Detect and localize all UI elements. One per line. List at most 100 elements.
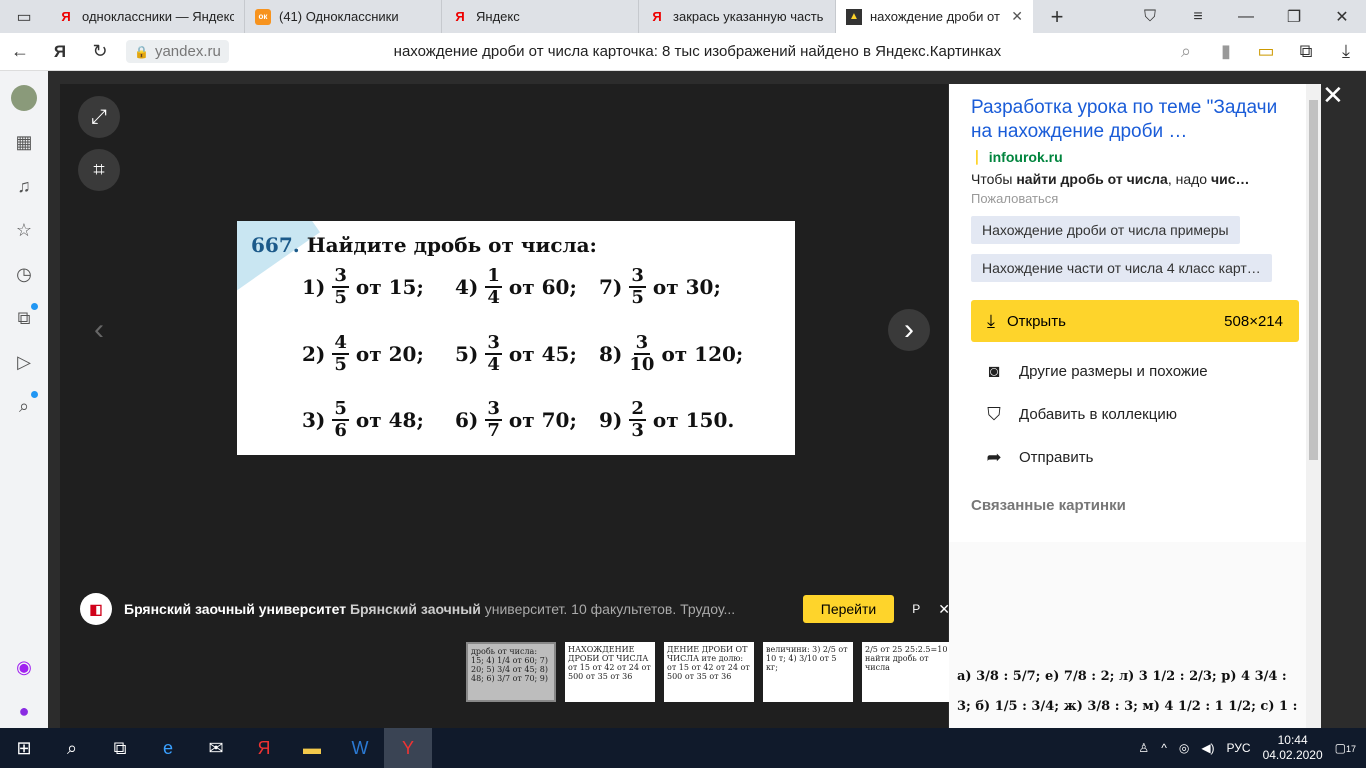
item-rest: от 120; bbox=[661, 341, 744, 366]
fraction-item: 2) 4 5 от 20; bbox=[302, 333, 424, 375]
page-title[interactable]: нахождение дроби от числа карточка: 8 ты… bbox=[229, 43, 1166, 60]
language-indicator[interactable]: РУС bbox=[1227, 741, 1251, 755]
close-window-icon[interactable]: ✕ bbox=[1318, 0, 1366, 33]
zen-icon[interactable]: ⌕ bbox=[8, 389, 40, 423]
tab-3[interactable]: Язакрась указанную часть с bbox=[639, 0, 836, 33]
item-rest: от 45; bbox=[508, 341, 577, 366]
minimize-icon[interactable]: — bbox=[1222, 0, 1270, 33]
system-tray: ♙ ^ ◎ ◀) РУС 10:44 04.02.2020 ▢17 bbox=[1138, 733, 1366, 763]
fraction: 45 bbox=[332, 333, 349, 375]
tab-label: закрась указанную часть с bbox=[673, 9, 825, 24]
image-size: 508×214 bbox=[1224, 312, 1283, 330]
yandex-app-icon[interactable]: Я bbox=[240, 728, 288, 768]
numerator: 3 bbox=[485, 398, 502, 421]
related-query-chip[interactable]: Нахождение дроби от числа примеры bbox=[971, 216, 1240, 244]
open-button[interactable]: ⤓ Открыть 508×214 bbox=[971, 300, 1299, 342]
denominator: 4 bbox=[487, 353, 500, 375]
thumbnail[interactable]: 2/5 от 25 25:2.5=10 найти дробь от числа bbox=[862, 642, 952, 702]
ad-go-button[interactable]: Перейти bbox=[802, 595, 895, 623]
camera-icon: ◙ bbox=[988, 361, 1000, 381]
collections-icon[interactable]: ⧉ bbox=[8, 301, 40, 335]
crop-icon[interactable]: ⌗ bbox=[78, 149, 120, 191]
numerator: 4 bbox=[332, 332, 349, 355]
item-index: 5) bbox=[455, 341, 479, 366]
fraction-item: 8) 3 10 от 120; bbox=[599, 333, 743, 375]
numerator: 1 bbox=[485, 265, 502, 288]
info-panel: Разработка урока по теме "Задачи на нахо… bbox=[949, 84, 1321, 728]
chevron-up-icon[interactable]: ^ bbox=[1161, 741, 1167, 755]
windows-start-icon[interactable]: ⊞ bbox=[0, 728, 48, 768]
close-viewer-icon[interactable]: ✕ bbox=[1322, 80, 1344, 111]
related-query-chip[interactable]: Нахождение части от числа 4 класс карт… bbox=[971, 254, 1272, 282]
task-view-icon[interactable]: ⧉ bbox=[96, 728, 144, 768]
messenger-icon[interactable]: ◉ bbox=[8, 650, 40, 684]
close-tab-icon[interactable]: ✕ bbox=[1011, 8, 1023, 25]
bell-icon[interactable]: ♫ bbox=[8, 169, 40, 203]
tab-label: нахождение дроби от ч bbox=[870, 9, 1004, 24]
bookmarks-icon[interactable]: ⛉ bbox=[1126, 0, 1174, 33]
search-icon[interactable]: ⌕ bbox=[1166, 33, 1206, 71]
thumbnail[interactable]: дробь от числа: 15; 4) 1/4 от 60; 7) 20;… bbox=[466, 642, 556, 702]
star-icon[interactable]: ☆ bbox=[8, 213, 40, 247]
word-icon[interactable]: W bbox=[336, 728, 384, 768]
thumbnail[interactable]: величини: 3) 2/5 от 10 т; 4) 3/10 от 5 к… bbox=[763, 642, 853, 702]
add-to-collection-action[interactable]: ⛉ Добавить в коллекцию bbox=[971, 393, 1299, 436]
explorer-icon[interactable]: ▬ bbox=[288, 728, 336, 768]
related-image[interactable]: а) 3/8 : 5/7; е) 7/8 : 2; л) 3 1/2 : 2/3… bbox=[949, 542, 1309, 728]
tab-0[interactable]: Яодноклассники — Яндекс bbox=[48, 0, 245, 33]
tab-bar: ▭ Яодноклассники — Яндекс ок (41) Однокла… bbox=[0, 0, 1366, 33]
other-sizes-action[interactable]: ◙ Другие размеры и похожие bbox=[971, 350, 1299, 393]
yandex-browser-icon[interactable]: Y bbox=[384, 728, 432, 768]
numerator: 2 bbox=[629, 398, 646, 421]
menu-icon[interactable]: ≡ bbox=[1174, 0, 1222, 33]
denominator: 5 bbox=[334, 353, 347, 375]
clock[interactable]: 10:44 04.02.2020 bbox=[1263, 733, 1323, 763]
extensions-icon[interactable]: ⧉ bbox=[1286, 33, 1326, 71]
battery-icon[interactable]: ▭ bbox=[1246, 33, 1286, 71]
mail-icon[interactable]: ✉ bbox=[192, 728, 240, 768]
panel-scrollbar[interactable] bbox=[1306, 84, 1321, 728]
bookmark-icon[interactable]: ▮ bbox=[1206, 33, 1246, 71]
source-title[interactable]: Разработка урока по теме "Задачи на нахо… bbox=[971, 96, 1299, 144]
main-image[interactable]: 667. Найдите дробь от числа: 1) 3 5 от 15; 4… bbox=[237, 221, 795, 455]
download-icon[interactable]: ⤓ bbox=[1326, 33, 1366, 71]
avatar[interactable] bbox=[8, 81, 40, 115]
task-heading: 667. Найдите дробь от числа: bbox=[251, 233, 597, 257]
fullscreen-icon[interactable]: ⤢ bbox=[78, 96, 120, 138]
back-icon[interactable]: ← bbox=[0, 33, 40, 71]
video-icon[interactable]: ▷ bbox=[8, 345, 40, 379]
lock-icon: 🔒 bbox=[134, 44, 149, 59]
yandex-logo-icon[interactable]: Я bbox=[40, 33, 80, 71]
next-image-icon[interactable]: › bbox=[888, 309, 930, 351]
numerator: 3 bbox=[629, 265, 646, 288]
volume-icon[interactable]: ◀) bbox=[1201, 741, 1214, 755]
thumbnail[interactable]: ДЕНИЕ ДРОБИ ОТ ЧИСЛА ите долю: от 15 от … bbox=[664, 642, 754, 702]
search-icon[interactable]: ⌕ bbox=[48, 728, 96, 768]
tab-1[interactable]: ок (41) Одноклассники bbox=[245, 0, 442, 33]
edge-icon[interactable]: e bbox=[144, 728, 192, 768]
tab-2[interactable]: Я Яндекс bbox=[442, 0, 639, 33]
thumbnail[interactable]: НАХОЖДЕНИЕ ДРОБИ ОТ ЧИСЛА от 15 от 42 от… bbox=[565, 642, 655, 702]
restore-icon[interactable]: ❐ bbox=[1270, 0, 1318, 33]
history-icon[interactable]: ◷ bbox=[8, 257, 40, 291]
url-box[interactable]: 🔒 yandex.ru bbox=[126, 40, 229, 63]
denominator: 4 bbox=[487, 286, 500, 308]
network-icon[interactable]: ◎ bbox=[1179, 741, 1189, 755]
notifications-icon[interactable]: ▢17 bbox=[1335, 741, 1356, 755]
ad-banner[interactable]: ◧ Брянский заочный университет Брянский … bbox=[80, 588, 950, 630]
tab-4[interactable]: ▲ нахождение дроби от ч ✕ bbox=[836, 0, 1033, 33]
item-rest: от 48; bbox=[355, 407, 424, 432]
download-icon: ⤓ bbox=[987, 310, 995, 331]
new-tab-icon[interactable]: + bbox=[1033, 0, 1081, 33]
alice-icon[interactable]: ● bbox=[8, 694, 40, 728]
yandex-icon: Я bbox=[61, 9, 71, 24]
apps-grid-icon[interactable]: ▦ bbox=[8, 125, 40, 159]
item-rest: от 30; bbox=[652, 274, 721, 299]
reload-icon[interactable]: ↻ bbox=[80, 33, 120, 71]
people-icon[interactable]: ♙ bbox=[1138, 741, 1149, 755]
complain-link[interactable]: Пожаловаться bbox=[971, 191, 1299, 206]
prev-image-icon[interactable]: ‹ bbox=[78, 309, 120, 351]
source-site[interactable]: ❘ infourok.ru bbox=[971, 148, 1299, 165]
share-action[interactable]: ➦ Отправить bbox=[971, 436, 1299, 479]
tabs-menu-icon[interactable]: ▭ bbox=[0, 0, 48, 33]
